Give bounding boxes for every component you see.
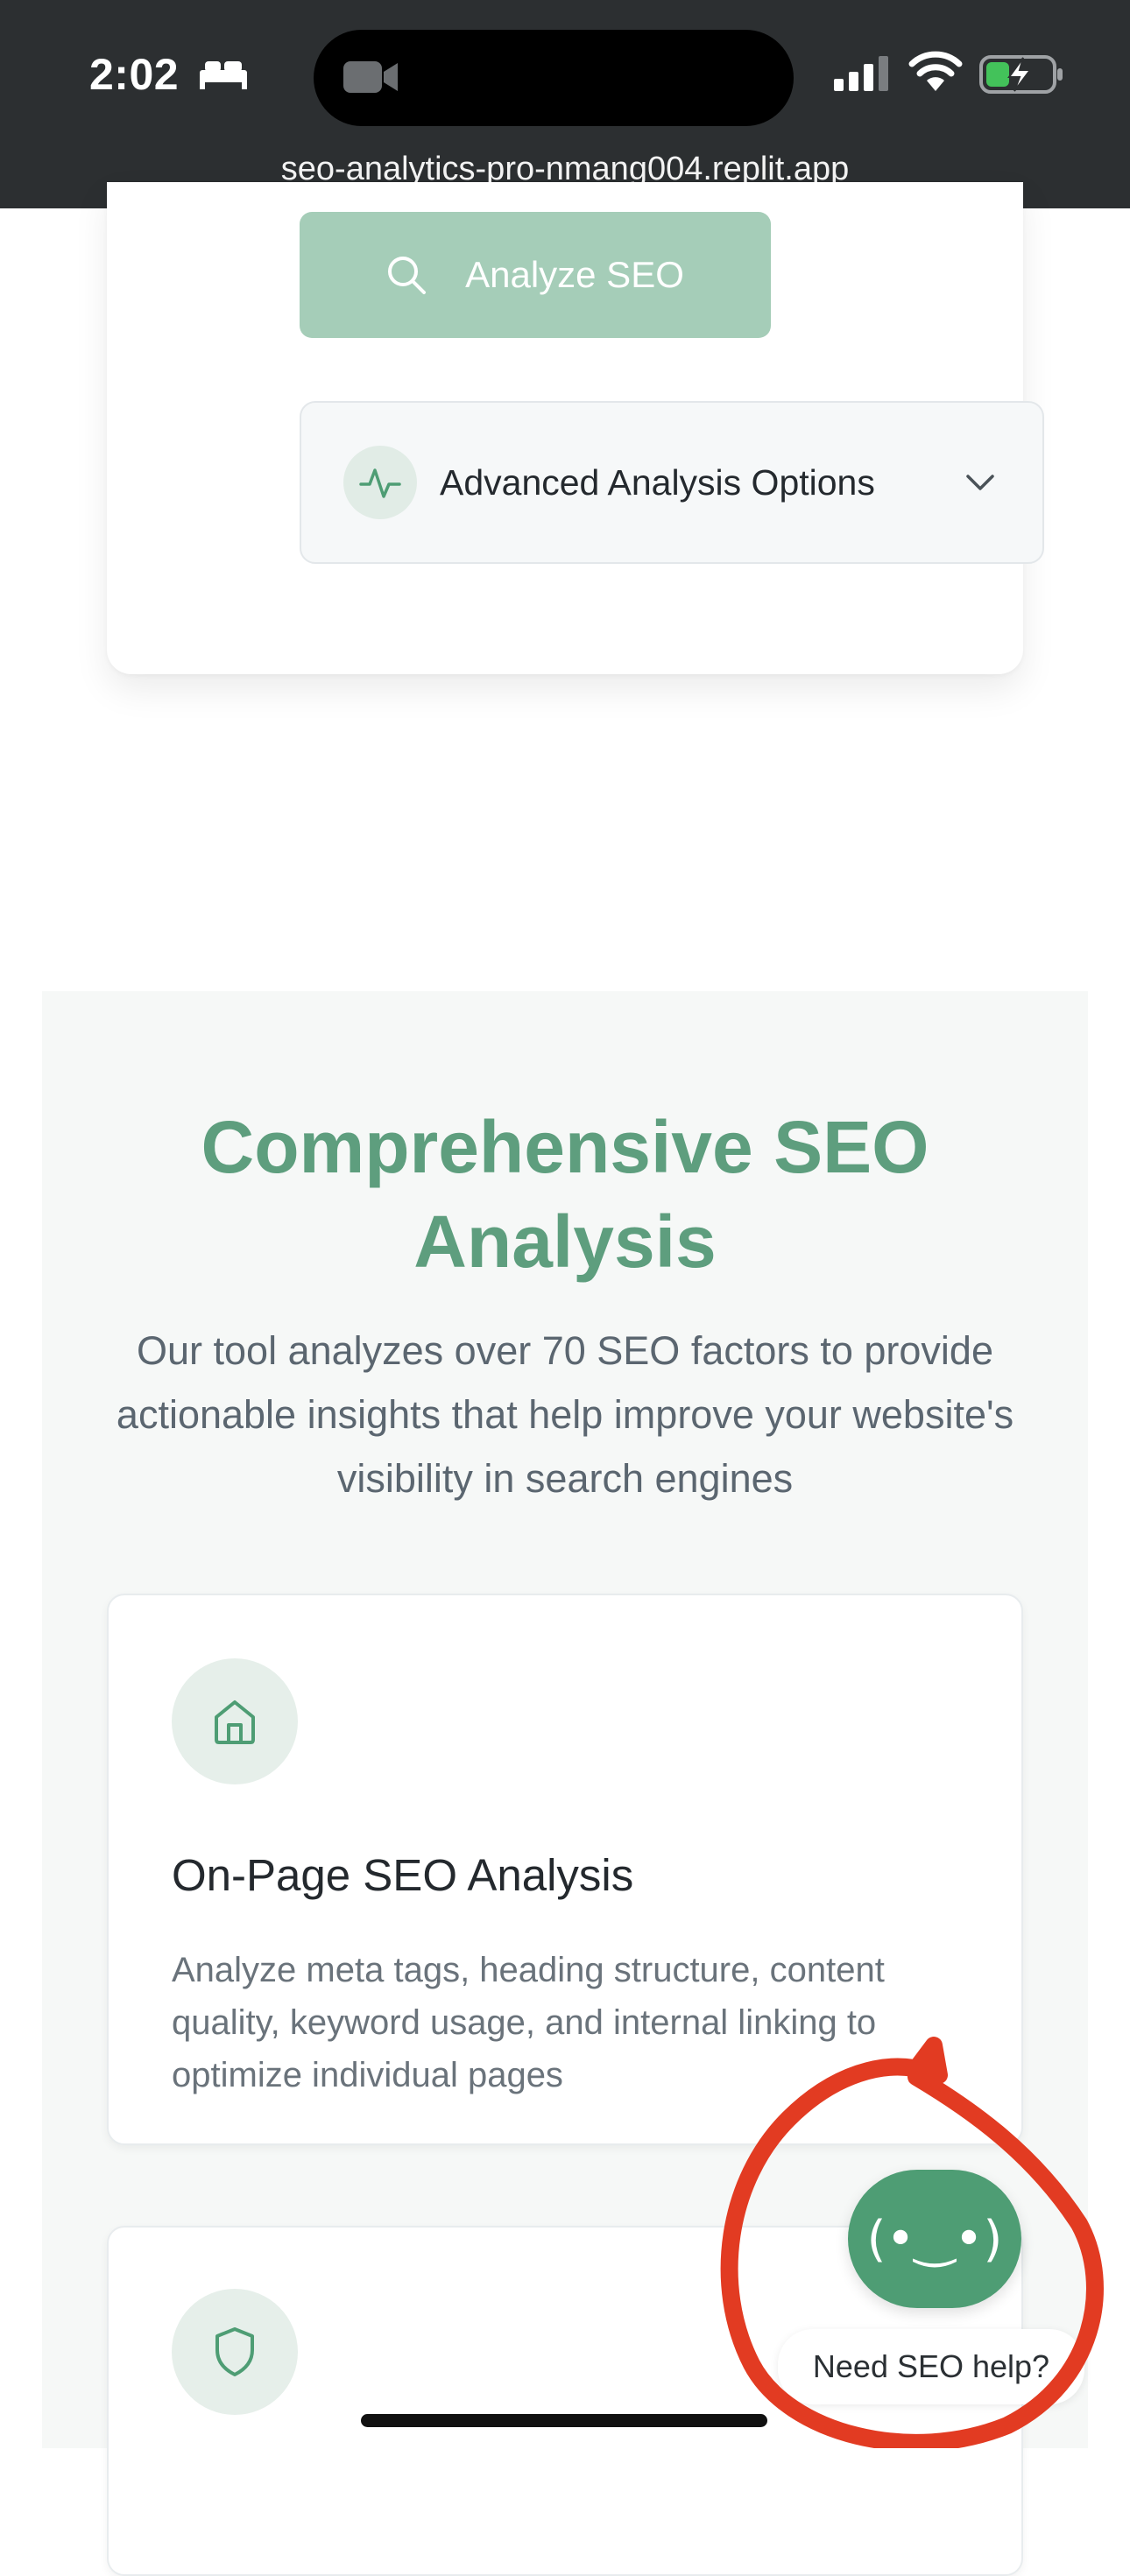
home-icon — [215, 1700, 255, 1744]
feature-title: On-Page SEO Analysis — [172, 1850, 634, 1900]
chat-assistant-button[interactable]: (•‿•) — [848, 2170, 1021, 2308]
analyze-seo-label: Analyze SEO — [465, 254, 684, 295]
advanced-options-label: Advanced Analysis Options — [440, 461, 875, 503]
chevron-down-icon — [966, 475, 994, 490]
battery-charging-icon — [979, 55, 1063, 94]
activity-icon-container — [343, 446, 417, 519]
shield-icon — [215, 2327, 254, 2376]
activity-icon — [359, 468, 401, 498]
advanced-options-toggle[interactable]: Advanced Analysis Options — [300, 401, 1044, 564]
chat-tooltip-label: Need SEO help? — [812, 2348, 1050, 2384]
section-subtitle: Our tool analyzes over 70 SEO factors to… — [116, 1328, 1014, 1501]
chat-help-tooltip[interactable]: Need SEO help? — [778, 2329, 1084, 2404]
wifi-icon — [908, 51, 963, 91]
analyze-seo-button[interactable]: Analyze SEO — [300, 212, 771, 338]
feature-description: Analyze meta tags, heading structure, co… — [172, 1951, 885, 2094]
search-icon — [388, 257, 427, 294]
clock-time: 2:02 — [89, 50, 180, 99]
analyzer-card: Analyze SEO Advanced Analysis Options — [107, 182, 1044, 674]
feature-icon-container — [172, 2289, 298, 2415]
feature-card-on-page: On-Page SEO Analysis Analyze meta tags, … — [107, 1594, 1023, 2145]
chat-face-icon: (•‿•) — [866, 2210, 1003, 2268]
feature-icon-container — [172, 1658, 298, 1784]
section-title: Comprehensive SEO Analysis — [201, 1106, 929, 1283]
page-content: Analyze SEO Advanced Analysis Options Co… — [0, 182, 1130, 2576]
bed-icon — [200, 61, 247, 89]
home-indicator — [361, 2414, 767, 2427]
video-camera-icon — [343, 61, 398, 93]
browser-status-bar: 2:02 seo-analytics-pro-nmang004.replit.a… — [0, 0, 1130, 208]
cellular-signal-icon — [834, 56, 888, 91]
